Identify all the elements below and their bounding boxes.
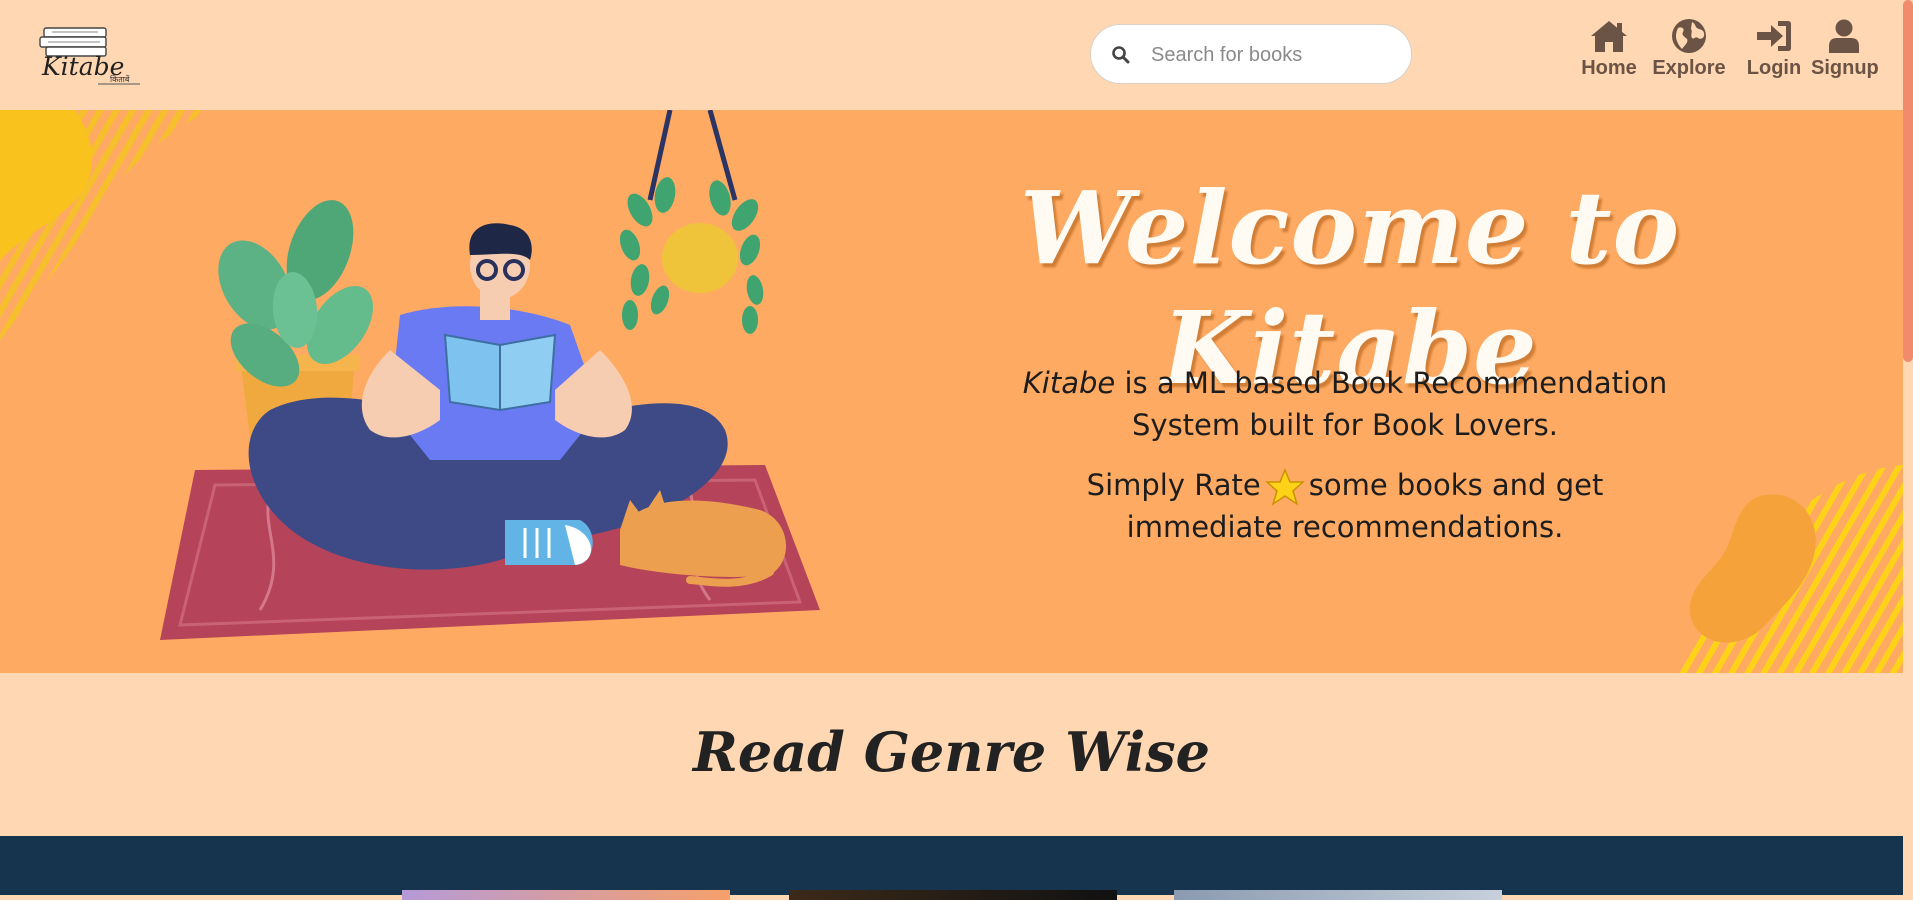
star-icon: [1264, 468, 1305, 506]
hero-description-line-2: System built for Book Lovers.: [1132, 408, 1558, 442]
nav-explore[interactable]: Explore: [1651, 18, 1727, 92]
logo-subtext: किताबें: [110, 75, 130, 84]
genre-section-title: Read Genre Wise: [692, 720, 1211, 784]
nav-signup-label: Signup: [1811, 57, 1879, 79]
nav-home[interactable]: Home: [1577, 18, 1641, 92]
page-scrollbar[interactable]: [1903, 0, 1913, 895]
search-input[interactable]: [1149, 39, 1393, 71]
hero-description-line-1: Kitabe is a ML based Book Recommendation: [950, 362, 1740, 404]
nav-signup[interactable]: Signup: [1811, 18, 1879, 92]
search-box: [1090, 24, 1412, 84]
genre-card[interactable]: [1174, 890, 1502, 900]
brand-emphasis: Kitabe: [1022, 366, 1116, 400]
scrollbar-thumb[interactable]: [1903, 0, 1913, 362]
genre-card[interactable]: [402, 890, 730, 900]
nav-login-label: Login: [1746, 57, 1802, 79]
site-logo[interactable]: Kitabe किताबें: [38, 22, 142, 88]
nav-home-label: Home: [1581, 57, 1637, 79]
globe-icon: [1672, 19, 1706, 53]
genre-card[interactable]: [789, 890, 1117, 900]
hero-instruction-part-a: Simply Rate: [1086, 468, 1261, 502]
genre-carousel: [0, 836, 1903, 900]
hero-instruction-part-b: some books and get: [1308, 468, 1604, 502]
nav-login[interactable]: Login: [1743, 18, 1805, 92]
hero-instruction-line-2: immediate recommendations.: [1126, 510, 1564, 544]
sign-in-icon: [1757, 21, 1791, 51]
user-icon: [1829, 19, 1859, 53]
hero-banner: Welcome to Kitabe Kitabe is a ML based B…: [0, 110, 1903, 673]
hero-description-rest: is a ML based Book Recommendation: [1115, 366, 1668, 400]
hero-instruction-line-1: Simply Rate some books and get: [950, 464, 1740, 506]
navbar: Kitabe किताबें Home Explore Login: [0, 0, 1903, 110]
nav-explore-label: Explore: [1652, 57, 1726, 79]
search-icon[interactable]: [1111, 45, 1131, 65]
home-icon: [1591, 21, 1627, 52]
